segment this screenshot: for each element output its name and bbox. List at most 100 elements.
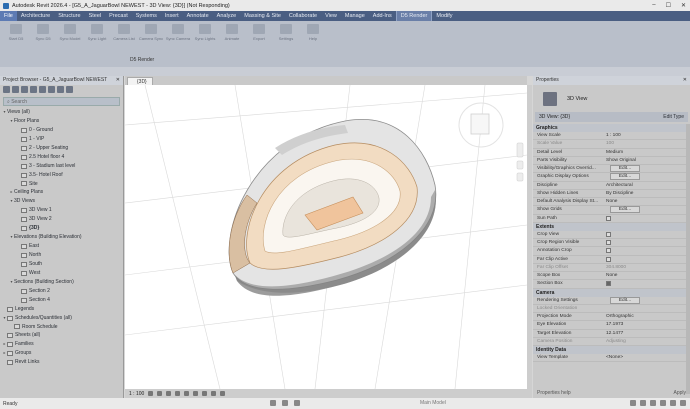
property-value[interactable]: Orthographic	[603, 313, 690, 320]
tree-item[interactable]: ▾ Views (all)	[2, 108, 123, 117]
sheet-icon[interactable]	[12, 86, 19, 93]
detail-level-icon[interactable]	[148, 391, 154, 396]
crop-icon[interactable]	[193, 391, 199, 396]
select-by-face-icon[interactable]	[660, 400, 666, 406]
tab-3d-view[interactable]: {3D}	[127, 77, 153, 85]
render-icon[interactable]	[184, 391, 190, 396]
tree-item[interactable]: {3D}	[2, 224, 123, 233]
tree-item[interactable]: 3D View 2	[2, 215, 123, 224]
property-value[interactable]: Edit...	[603, 173, 690, 181]
view-scale[interactable]: 1 : 100	[129, 391, 144, 397]
tab-insert[interactable]: Insert	[161, 11, 183, 21]
tree-item[interactable]: 0 - Ground	[2, 126, 123, 135]
select-links-icon[interactable]	[630, 400, 636, 406]
tree-item[interactable]: Section 4	[2, 296, 123, 305]
close-icon[interactable]: ✕	[683, 76, 687, 85]
property-checkbox[interactable]	[606, 256, 611, 262]
property-checkbox[interactable]	[606, 231, 611, 237]
tab-steel[interactable]: Steel	[85, 11, 106, 21]
tool-export[interactable]: Export	[247, 24, 271, 41]
tool-sync-camera[interactable]: Sync Camera	[166, 24, 190, 41]
tree-item[interactable]: Sheets (all)	[2, 331, 123, 340]
tree-item[interactable]: South	[2, 260, 123, 269]
close-icon[interactable]: ✕	[116, 76, 120, 85]
property-value[interactable]: Edit...	[603, 165, 690, 172]
tree-item[interactable]: Legends	[2, 305, 123, 314]
property-value[interactable]	[603, 256, 690, 263]
navigation-bar[interactable]	[516, 142, 524, 182]
tree-item[interactable]: 2 - Upper Seating	[2, 144, 123, 153]
tree-item[interactable]: Section 2	[2, 287, 123, 296]
tab-massing-site[interactable]: Massing & Site	[240, 11, 285, 21]
select-pinned-icon[interactable]	[650, 400, 656, 406]
link-icon[interactable]	[48, 86, 55, 93]
property-value[interactable]: By Discipline	[603, 190, 690, 197]
tab-modify[interactable]: Modify	[432, 11, 456, 21]
tab-file[interactable]: File	[0, 11, 17, 21]
edit-button[interactable]: Edit...	[610, 296, 640, 304]
property-checkbox[interactable]	[606, 215, 611, 221]
tree-item[interactable]: ▸ Families	[2, 340, 123, 349]
property-value[interactable]: 1 : 100	[603, 132, 690, 139]
tree-item[interactable]: ▾ Schedules/Quantities (all)	[2, 314, 123, 323]
type-selector[interactable]: 3D View	[533, 85, 690, 112]
tool-animate[interactable]: Animate	[220, 24, 244, 41]
tool-sync-model[interactable]: Sync Model	[58, 24, 82, 41]
active-model[interactable]: Main Model	[420, 400, 446, 406]
tree-item[interactable]: ▾ Floor Plans	[2, 117, 123, 126]
select-underlay-icon[interactable]	[640, 400, 646, 406]
minimize-button[interactable]: –	[652, 2, 655, 9]
tree-item[interactable]: East	[2, 242, 123, 251]
property-value[interactable]	[603, 231, 690, 238]
filter-icon[interactable]	[57, 86, 64, 93]
property-checkbox[interactable]	[606, 281, 611, 287]
tree-item[interactable]: West	[2, 269, 123, 278]
tree-item[interactable]: Room Schedule	[2, 323, 123, 332]
property-checkbox[interactable]	[606, 240, 611, 245]
property-value[interactable]: Edit...	[603, 206, 690, 214]
tree-item[interactable]: 1 - VIP	[2, 135, 123, 144]
visual-style-icon[interactable]	[157, 391, 163, 396]
shadows-icon[interactable]	[175, 391, 181, 396]
tree-item[interactable]: ▸ Groups	[2, 349, 123, 358]
property-group-header[interactable]: Identity Data	[533, 346, 690, 354]
design-options-icon[interactable]	[282, 400, 288, 406]
filter-selection-icon[interactable]	[680, 400, 686, 406]
tree-item[interactable]: North	[2, 251, 123, 260]
tree-item[interactable]: ▸ Ceiling Plans	[2, 188, 123, 197]
tree-item[interactable]: Site	[2, 180, 123, 189]
tool-help[interactable]: Help	[301, 24, 325, 41]
tree-item[interactable]: Revit Links	[2, 358, 123, 367]
hide-isolate-icon[interactable]	[220, 391, 226, 396]
schedule-icon[interactable]	[21, 86, 28, 93]
show-crop-icon[interactable]	[202, 391, 208, 396]
tab-collaborate[interactable]: Collaborate	[285, 11, 321, 21]
property-checkbox[interactable]	[606, 248, 611, 254]
search-input[interactable]: ⌕ Search	[3, 97, 120, 106]
edit-button[interactable]: Edit...	[610, 165, 640, 172]
apply-button[interactable]: Apply	[673, 390, 686, 396]
property-value[interactable]	[603, 247, 690, 254]
properties-scrollbar[interactable]	[686, 124, 690, 394]
viewport-scrollbar[interactable]	[527, 85, 532, 398]
view-cube[interactable]	[458, 102, 504, 148]
instance-selector[interactable]: 3D View: {3D}	[539, 114, 570, 120]
worksets-icon[interactable]	[270, 400, 276, 406]
tab-manage[interactable]: Manage	[341, 11, 369, 21]
edit-button[interactable]: Edit...	[610, 206, 640, 214]
maximize-button[interactable]: ☐	[666, 2, 671, 9]
property-group-header[interactable]: Graphics	[533, 124, 690, 132]
tree-item[interactable]: ▾ Elevations (Building Elevation)	[2, 233, 123, 242]
tool-camera-sync[interactable]: Camera Sync	[139, 24, 163, 41]
properties-help-link[interactable]: Properties help	[537, 390, 571, 396]
property-value[interactable]	[603, 280, 690, 287]
tree-item[interactable]: 3.5- Hotel Roof	[2, 171, 123, 180]
tab-add-ins[interactable]: Add-Ins	[369, 11, 396, 21]
edit-button[interactable]: Edit...	[610, 173, 640, 181]
tab-view[interactable]: View	[321, 11, 341, 21]
tab-analyze[interactable]: Analyze	[213, 11, 241, 21]
property-value[interactable]: Architectural	[603, 182, 690, 189]
tab-structure[interactable]: Structure	[54, 11, 84, 21]
tool-sync-light[interactable]: Sync Light	[85, 24, 109, 41]
group-icon[interactable]	[39, 86, 46, 93]
